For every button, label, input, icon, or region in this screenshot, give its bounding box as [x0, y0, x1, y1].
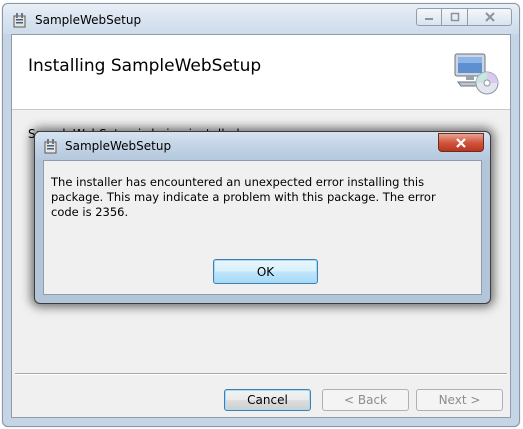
footer-separator	[15, 373, 507, 375]
maximize-icon	[450, 12, 459, 22]
cancel-button[interactable]: Cancel	[224, 389, 311, 411]
dialog-client-area: The installer has encountered an unexpec…	[43, 160, 482, 295]
ok-button[interactable]: OK	[213, 259, 318, 284]
computer-cd-icon	[452, 50, 500, 98]
next-button[interactable]: Next >	[416, 389, 503, 411]
close-button[interactable]	[468, 8, 512, 26]
banner-title: Installing SampleWebSetup	[28, 56, 262, 76]
window-titlebar[interactable]: SampleWebSetup	[3, 4, 519, 34]
setup-package-icon	[12, 12, 28, 28]
minimize-icon	[425, 18, 433, 20]
minimize-button[interactable]	[416, 8, 442, 26]
error-message: The installer has encountered an unexpec…	[51, 175, 436, 219]
setup-package-icon	[43, 138, 59, 154]
error-dialog: SampleWebSetup The installer has encount…	[34, 131, 491, 304]
close-icon	[484, 12, 495, 22]
window-title: SampleWebSetup	[35, 13, 142, 27]
header-banner: Installing SampleWebSetup	[12, 35, 510, 110]
dialog-title: SampleWebSetup	[65, 139, 172, 153]
close-icon	[456, 137, 466, 148]
caption-buttons	[416, 8, 512, 26]
back-button[interactable]: < Back	[322, 389, 409, 411]
dialog-titlebar[interactable]: SampleWebSetup	[35, 132, 490, 160]
dialog-close-button[interactable]	[438, 133, 484, 152]
maximize-button[interactable]	[442, 8, 468, 26]
